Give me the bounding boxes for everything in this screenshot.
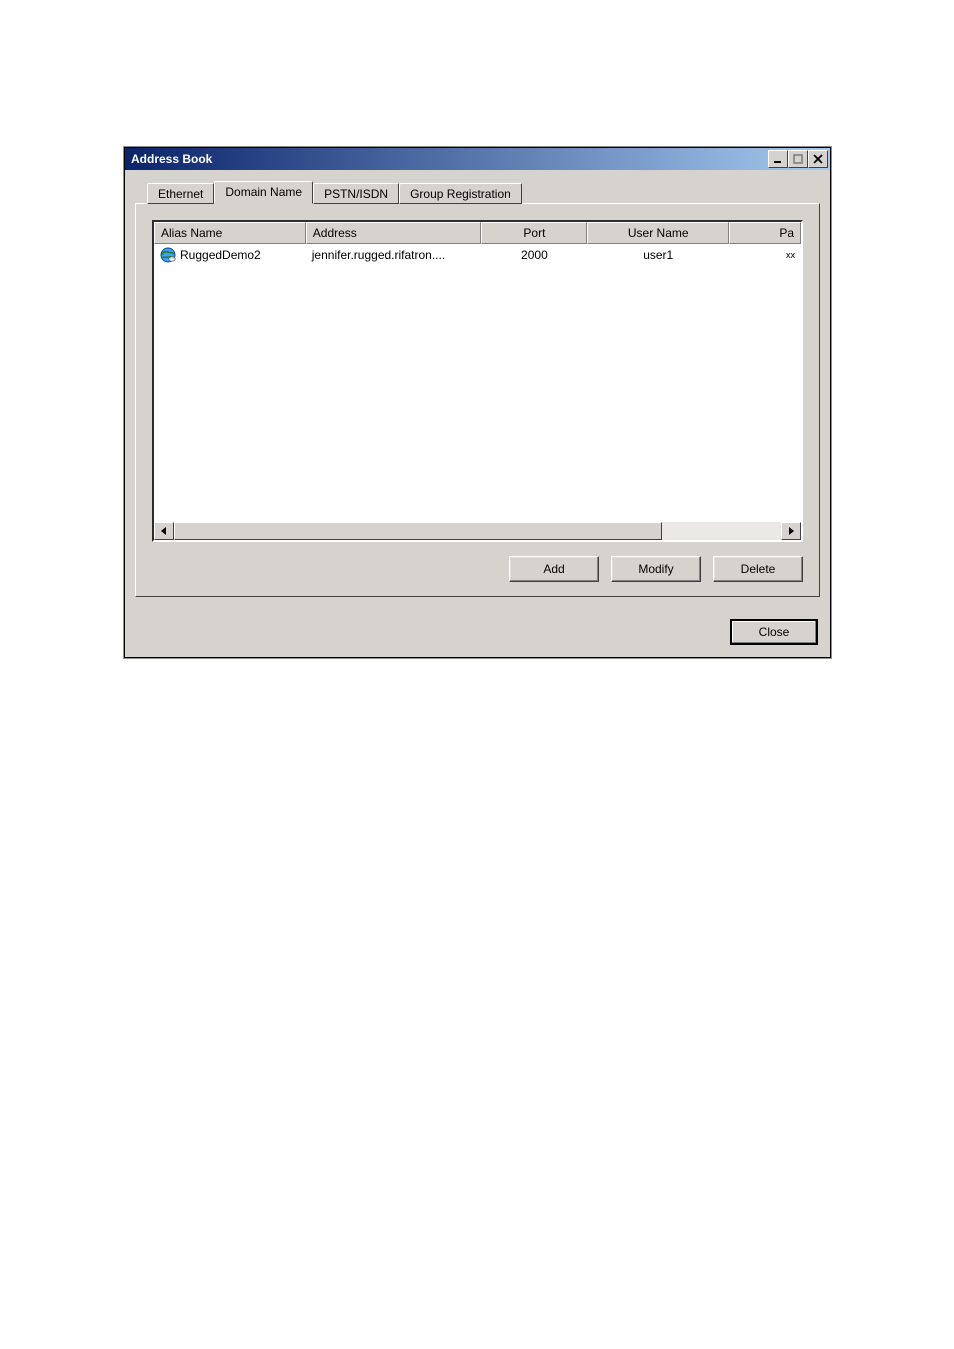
minimize-button[interactable] — [768, 150, 788, 168]
dialog-bottom-row: Close — [125, 607, 830, 657]
close-dialog-button[interactable]: Close — [730, 619, 818, 645]
scrollbar-track[interactable] — [174, 522, 781, 540]
scroll-right-button[interactable] — [781, 522, 801, 540]
column-port[interactable]: Port — [481, 222, 587, 244]
tab-domain-name[interactable]: Domain Name — [214, 181, 313, 204]
cell-alias-name-text: RuggedDemo2 — [180, 248, 261, 262]
maximize-icon — [793, 154, 803, 164]
tab-strip: Ethernet Domain Name PSTN/ISDN Group Reg… — [147, 180, 820, 203]
cell-password-masked: xx — [729, 244, 801, 266]
column-alias-name[interactable]: Alias Name — [154, 222, 306, 244]
list-item[interactable]: RuggedDemo2 jennifer.rugged.rifatron....… — [154, 244, 801, 266]
column-user-name[interactable]: User Name — [587, 222, 729, 244]
address-book-window: Address Book Ethernet Domain Name PSTN/I… — [124, 147, 831, 658]
tab-page-domain-name: Alias Name Address Port User Name Pa — [135, 203, 820, 597]
column-password-truncated[interactable]: Pa — [729, 222, 801, 244]
scroll-left-button[interactable] — [154, 522, 174, 540]
delete-button[interactable]: Delete — [713, 556, 803, 582]
tab-control: Ethernet Domain Name PSTN/ISDN Group Reg… — [135, 180, 820, 597]
tab-pstn-isdn[interactable]: PSTN/ISDN — [313, 183, 399, 204]
cell-alias-name: RuggedDemo2 — [154, 244, 306, 266]
close-icon — [813, 154, 823, 164]
client-area: Ethernet Domain Name PSTN/ISDN Group Reg… — [125, 170, 830, 607]
window-title: Address Book — [131, 152, 768, 166]
column-address[interactable]: Address — [306, 222, 482, 244]
button-row: Add Modify Delete — [152, 542, 803, 582]
globe-icon — [160, 247, 176, 263]
cell-address: jennifer.rugged.rifatron.... — [306, 244, 482, 266]
modify-button[interactable]: Modify — [611, 556, 701, 582]
tab-ethernet[interactable]: Ethernet — [147, 183, 214, 204]
maximize-button[interactable] — [788, 150, 808, 168]
listview-header: Alias Name Address Port User Name Pa — [154, 222, 801, 244]
minimize-icon — [773, 154, 783, 164]
cell-port: 2000 — [481, 244, 587, 266]
cell-user-name: user1 — [587, 244, 729, 266]
triangle-left-icon — [160, 527, 168, 535]
triangle-right-icon — [787, 527, 795, 535]
scrollbar-thumb[interactable] — [174, 522, 662, 540]
tab-group-registration[interactable]: Group Registration — [399, 183, 522, 204]
horizontal-scrollbar[interactable] — [154, 522, 801, 540]
window-system-buttons — [768, 150, 828, 168]
titlebar[interactable]: Address Book — [125, 148, 830, 170]
address-listview[interactable]: Alias Name Address Port User Name Pa — [152, 220, 803, 542]
listview-body: RuggedDemo2 jennifer.rugged.rifatron....… — [154, 244, 801, 522]
add-button[interactable]: Add — [509, 556, 599, 582]
close-button[interactable] — [808, 150, 828, 168]
